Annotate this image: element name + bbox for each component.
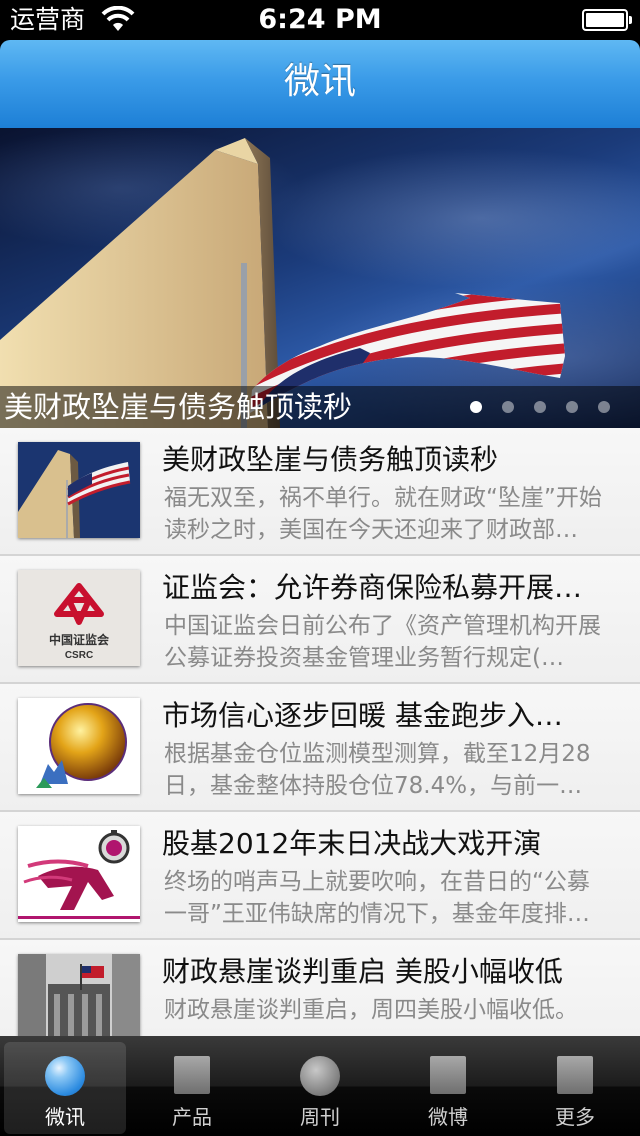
circle-icon bbox=[300, 1056, 340, 1096]
status-bar: 运营商 6:24 PM bbox=[0, 0, 640, 40]
tab-label: 周刊 bbox=[300, 1105, 340, 1129]
news-title: 证监会：允许券商保险私募开展… bbox=[162, 571, 583, 604]
page-dot-3[interactable] bbox=[534, 401, 546, 413]
wall-street-image bbox=[18, 954, 140, 1036]
news-item-1[interactable]: 美财政坠崖与债务触顶读秒 福无双至，祸不单行。就在财政“坠崖”开始读秒之时，美国… bbox=[0, 428, 640, 556]
monument-flag-image bbox=[18, 442, 140, 538]
page-indicator[interactable] bbox=[450, 401, 610, 415]
news-list[interactable]: 美财政坠崖与债务触顶读秒 福无双至，祸不单行。就在财政“坠崖”开始读秒之时，美国… bbox=[0, 428, 640, 1036]
battery-icon bbox=[582, 9, 632, 31]
tab-label: 微讯 bbox=[45, 1105, 85, 1129]
page-dot-4[interactable] bbox=[566, 401, 578, 413]
news-item-5[interactable]: 财政悬崖谈判重启 美股小幅收低 财政悬崖谈判重启，周四美股小幅收低。 bbox=[0, 940, 640, 1036]
tab-weixun[interactable]: 微讯 bbox=[4, 1042, 126, 1134]
square-icon bbox=[557, 1056, 593, 1094]
page-title: 微讯 bbox=[283, 61, 356, 102]
csrc-chinese-name: 中国证监会 bbox=[49, 632, 110, 647]
tab-bar: 微讯 产品 周刊 微博 更多 bbox=[0, 1036, 640, 1136]
square-icon bbox=[430, 1056, 466, 1094]
tab-label: 更多 bbox=[555, 1105, 595, 1129]
banner-caption-bar: 美财政坠崖与债务触顶读秒 bbox=[0, 386, 640, 428]
news-summary: 福无双至，祸不单行。就在财政“坠崖”开始读秒之时，美国在今天还迎来了财政部… bbox=[164, 485, 602, 543]
tab-more[interactable]: 更多 bbox=[514, 1042, 636, 1134]
globe-icon bbox=[45, 1056, 85, 1096]
tab-label: 微博 bbox=[428, 1105, 468, 1129]
news-title: 股基2012年末日决战大戏开演 bbox=[162, 827, 542, 860]
thumbnail-monument-flag bbox=[18, 442, 140, 538]
news-title: 美财政坠崖与债务触顶读秒 bbox=[162, 443, 499, 476]
featured-banner[interactable]: 美财政坠崖与债务触顶读秒 bbox=[0, 128, 640, 428]
tab-weibo[interactable]: 微博 bbox=[387, 1042, 509, 1134]
news-summary: 终场的哨声马上就要吹响，在昔日的“公募一哥”王亚伟缺席的情况下，基金年度排… bbox=[164, 869, 590, 927]
tab-products[interactable]: 产品 bbox=[131, 1042, 253, 1134]
page-dot-1[interactable] bbox=[470, 401, 482, 413]
thumbnail-runner-stopwatch bbox=[18, 826, 140, 922]
news-item-4[interactable]: 股基2012年末日决战大戏开演 终场的哨声马上就要吹响，在昔日的“公募一哥”王亚… bbox=[0, 812, 640, 940]
navigation-bar: 微讯 bbox=[0, 40, 640, 128]
page-dot-5[interactable] bbox=[598, 401, 610, 413]
square-icon bbox=[174, 1056, 210, 1094]
thumbnail-golden-globe bbox=[18, 698, 140, 794]
news-item-3[interactable]: 市场信心逐步回暖 基金跑步入… 根据基金仓位监测模型测算，截至12月28日，基金… bbox=[0, 684, 640, 812]
csrc-english-name: CSRC bbox=[65, 650, 93, 661]
news-title: 财政悬崖谈判重启 美股小幅收低 bbox=[162, 955, 563, 988]
banner-caption: 美财政坠崖与债务触顶读秒 bbox=[4, 390, 353, 424]
page-dot-2[interactable] bbox=[502, 401, 514, 413]
banner-image-monument-flag bbox=[0, 138, 565, 428]
news-title: 市场信心逐步回暖 基金跑步入… bbox=[162, 699, 563, 732]
news-summary: 根据基金仓位监测模型测算，截至12月28日，基金整体持股仓位78.4%，与前一… bbox=[164, 741, 591, 799]
csrc-logo-image: 中国证监会 CSRC bbox=[18, 570, 140, 666]
news-summary: 中国证监会日前公布了《资产管理机构开展公募证券投资基金管理业务暂行规定(… bbox=[164, 613, 601, 671]
tab-label: 产品 bbox=[172, 1105, 212, 1129]
tab-weekly[interactable]: 周刊 bbox=[259, 1042, 381, 1134]
news-item-2[interactable]: 中国证监会 CSRC 证监会：允许券商保险私募开展… 中国证监会日前公布了《资产… bbox=[0, 556, 640, 684]
status-time: 6:24 PM bbox=[258, 4, 382, 35]
golden-globe-image bbox=[18, 698, 140, 794]
thumbnail-csrc-logo: 中国证监会 CSRC bbox=[18, 570, 140, 666]
news-summary: 财政悬崖谈判重启，周四美股小幅收低。 bbox=[164, 997, 578, 1023]
thumbnail-wall-street bbox=[18, 954, 140, 1036]
runner-stopwatch-image bbox=[18, 826, 140, 922]
